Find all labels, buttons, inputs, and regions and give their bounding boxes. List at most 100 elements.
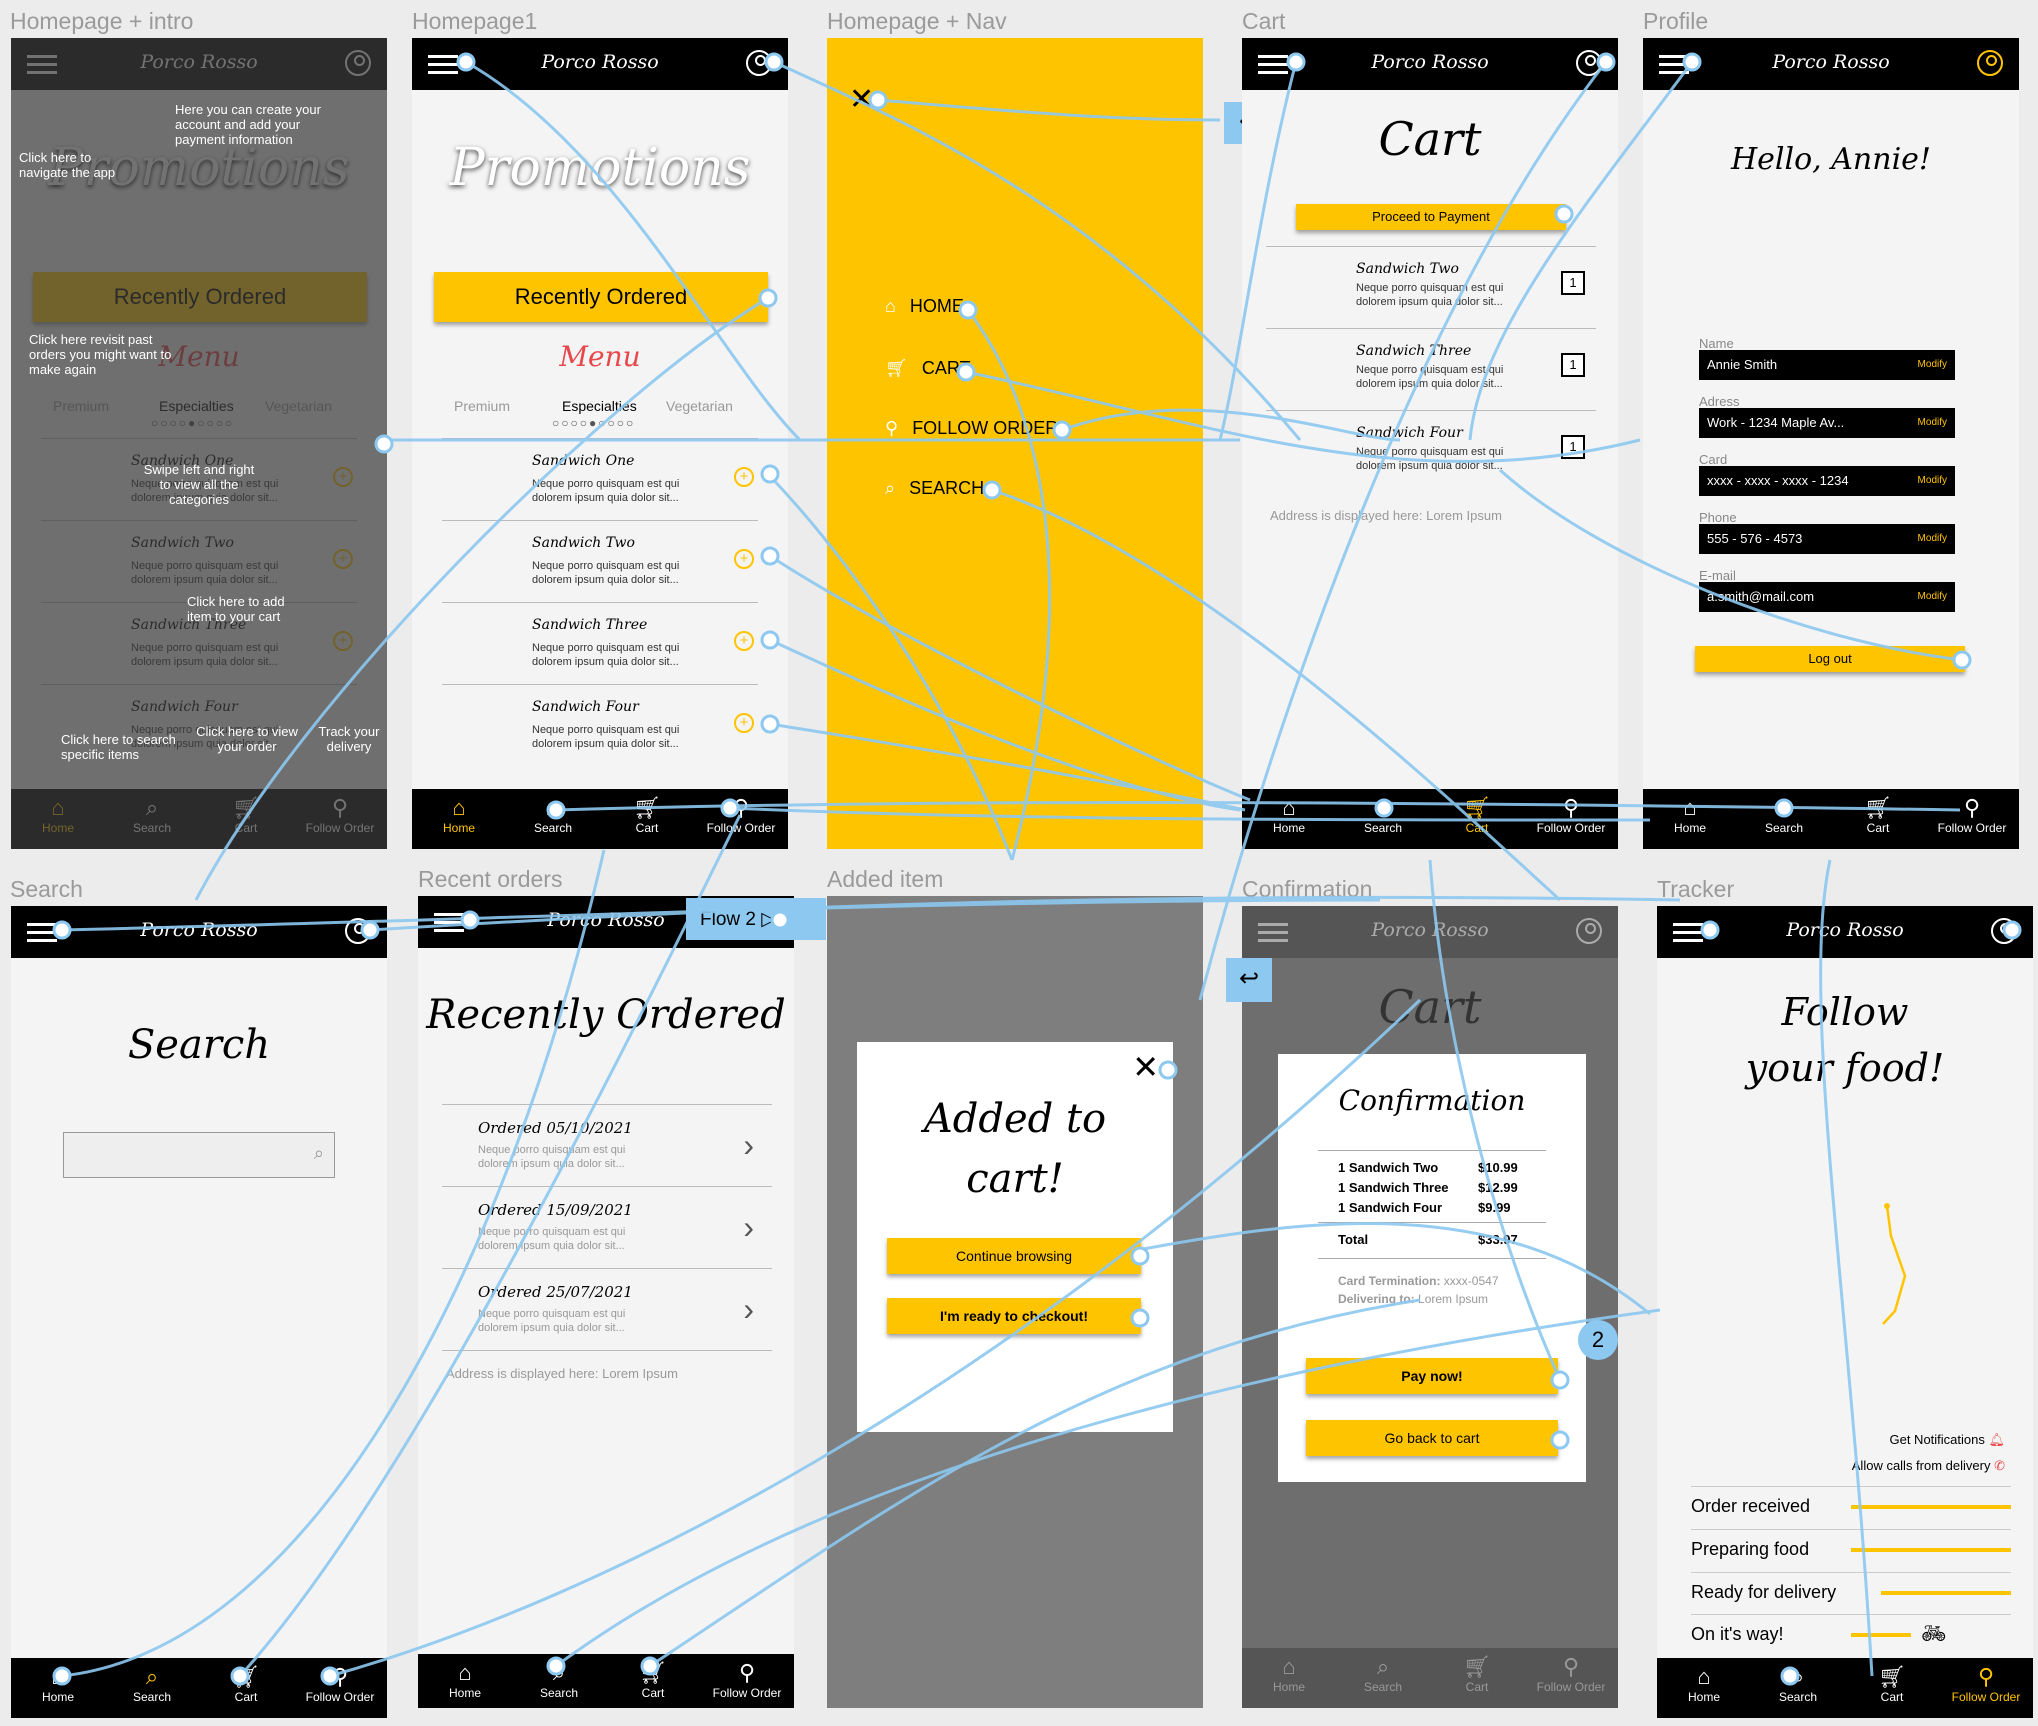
nav-home[interactable]: ⌂Home <box>1242 789 1336 849</box>
nav-search[interactable]: ⌕Search <box>506 789 600 849</box>
nav-follow-order[interactable]: ⚲Follow Order <box>694 789 788 849</box>
nav-home[interactable]: ⌂Home <box>11 1658 105 1718</box>
frame-label-confirm: Confirmation <box>1242 876 1373 902</box>
add-icon[interactable]: + <box>734 713 754 733</box>
nav-search[interactable]: ⌕Search <box>1737 789 1831 849</box>
nav-cart[interactable]: 🛒︎Cart <box>1845 1658 1939 1718</box>
close-icon[interactable]: ✕ <box>1132 1048 1159 1086</box>
profile-icon[interactable] <box>1991 918 2017 944</box>
order-row[interactable]: Ordered 25/07/2021 Neque porro quisquam e… <box>442 1268 772 1350</box>
header: Porco Rosso <box>1242 38 1618 90</box>
nav-cart[interactable]: 🛒︎Cart <box>1430 1648 1524 1708</box>
confirmation-modal: Confirmation 1 Sandwich Two 1 Sandwich T… <box>1278 1054 1586 1482</box>
notifications-toggle[interactable]: Get Notifications 🔔︎ <box>1889 1432 2005 1448</box>
page-title: Search <box>127 1022 271 1068</box>
logout-button[interactable]: Log out <box>1695 646 1965 672</box>
close-icon[interactable]: ✕ <box>849 82 874 117</box>
back-arrow-button[interactable]: ↩ <box>1226 958 1272 1002</box>
order-row[interactable]: Ordered 05/10/2021 Neque porro quisquam e… <box>442 1104 772 1186</box>
frame-label-home1: Homepage1 <box>412 8 538 34</box>
flow-badge[interactable]: 2 <box>1578 1320 1618 1360</box>
nav-menu-search[interactable]: ⌕ SEARCH <box>885 478 984 499</box>
frame-homepage-nav: ✕ ⌂ HOME 🛒︎ CART ⚲ FOLLOW ORDER ⌕ SEARCH <box>827 38 1203 849</box>
search-icon: ⌕ <box>1791 1664 1805 1689</box>
tab-premium[interactable]: Premium <box>454 398 510 414</box>
nav-search[interactable]: ⌕Search <box>1336 1648 1430 1708</box>
profile-icon[interactable] <box>746 50 772 76</box>
nav-follow-order[interactable]: ⚲Follow Order <box>1524 789 1618 849</box>
nav-menu-follow-order[interactable]: ⚲ FOLLOW ORDER <box>885 418 1058 439</box>
note-search: Click here to search specific items <box>61 732 176 762</box>
list-item[interactable]: Sandwich OneNeque porro quisquam est qui… <box>442 438 758 518</box>
nav-home[interactable]: ⌂Home <box>418 1654 512 1708</box>
nav-cart[interactable]: 🛒︎Cart <box>600 789 694 849</box>
calls-toggle[interactable]: Allow calls from delivery ✆ <box>1852 1458 2005 1474</box>
header: Porco Rosso <box>1657 906 2033 958</box>
add-icon[interactable]: + <box>734 467 754 487</box>
modify-link[interactable]: Modify <box>1918 475 1947 486</box>
quantity-field[interactable]: 1 <box>1561 435 1585 459</box>
search-icon: ⌕ <box>145 1664 159 1689</box>
modify-link[interactable]: Modify <box>1918 533 1947 544</box>
continue-browsing-button[interactable]: Continue browsing <box>887 1238 1141 1274</box>
frame-label-tracker: Tracker <box>1657 876 1735 902</box>
order-row[interactable]: Ordered 15/09/2021 Neque porro quisquam e… <box>442 1186 772 1268</box>
list-item[interactable]: Sandwich ThreeNeque porro quisquam est q… <box>442 602 758 682</box>
nav-home[interactable]: ⌂Home <box>1657 1658 1751 1718</box>
cart-item[interactable]: Sandwich Two Neque porro quisquam est qui… <box>1266 246 1596 326</box>
nav-search[interactable]: ⌕Search <box>512 1654 606 1708</box>
nav-search[interactable]: ⌕Search <box>1751 1658 1845 1718</box>
tab-vegetarian[interactable]: Vegetarian <box>666 398 733 414</box>
cart-item[interactable]: Sandwich Three Neque porro quisquam est q… <box>1266 328 1596 408</box>
bell-icon: 🔔︎ <box>1988 1432 2005 1447</box>
quantity-field[interactable]: 1 <box>1561 353 1585 377</box>
nav-home[interactable]: ⌂Home <box>1242 1648 1336 1708</box>
home-icon: ⌂ <box>1282 1654 1296 1679</box>
nav-cart[interactable]: 🛒︎Cart <box>199 1658 293 1718</box>
nav-menu-home[interactable]: ⌂ HOME <box>885 296 964 317</box>
address-line: Address is displayed here: Lorem Ipsum <box>1270 508 1502 523</box>
proceed-to-payment-button[interactable]: Proceed to Payment <box>1296 204 1566 230</box>
modify-link[interactable]: Modify <box>1918 417 1947 428</box>
quantity-field[interactable]: 1 <box>1561 271 1585 295</box>
chevron-right-icon: › <box>743 1209 754 1245</box>
nav-menu-cart[interactable]: 🛒︎ CART <box>885 358 971 379</box>
nav-home[interactable]: ⌂Home <box>1643 789 1737 849</box>
nav-cart[interactable]: 🛒︎Cart <box>606 1654 700 1708</box>
nav-follow-order[interactable]: ⚲Follow Order <box>700 1654 794 1708</box>
profile-icon[interactable] <box>345 918 371 944</box>
modify-link[interactable]: Modify <box>1918 359 1947 370</box>
nav-follow-order[interactable]: ⚲Follow Order <box>293 1658 387 1718</box>
profile-icon[interactable] <box>1576 50 1602 76</box>
search-input[interactable]: ⌕ <box>63 1132 335 1178</box>
list-item[interactable]: Sandwich TwoNeque porro quisquam est qui… <box>442 520 758 600</box>
recently-ordered-button[interactable]: Recently Ordered <box>434 272 768 322</box>
nav-cart[interactable]: 🛒︎Cart <box>1831 789 1925 849</box>
profile-icon[interactable] <box>1576 918 1602 944</box>
nav-cart[interactable]: 🛒︎Cart <box>1430 789 1524 849</box>
nav-search[interactable]: ⌕Search <box>1336 789 1430 849</box>
phone-icon: ✆ <box>1994 1458 2005 1473</box>
go-back-to-cart-button[interactable]: Go back to cart <box>1306 1420 1558 1456</box>
list-item[interactable]: Sandwich FourNeque porro quisquam est qu… <box>442 684 758 764</box>
flow-2-tag[interactable]: Flow 2 ▷ <box>686 898 826 940</box>
pay-now-button[interactable]: Pay now! <box>1306 1358 1558 1394</box>
search-icon: ⌕ <box>313 1143 324 1163</box>
title-line1: Follow <box>1781 990 1909 1034</box>
add-icon[interactable]: + <box>734 549 754 569</box>
checkout-button[interactable]: I'm ready to checkout! <box>887 1298 1141 1334</box>
nav-follow-order[interactable]: ⚲Follow Order <box>1939 1658 2033 1718</box>
cart-icon: 🛒︎ <box>1864 795 1892 820</box>
nav-follow-order[interactable]: ⚲Follow Order <box>1524 1648 1618 1708</box>
profile-icon[interactable] <box>1977 50 2003 76</box>
add-icon[interactable]: + <box>734 631 754 651</box>
frame-label-nav: Homepage + Nav <box>827 8 1007 34</box>
frame-label-recent: Recent orders <box>418 866 563 892</box>
tab-especialties[interactable]: Especialties <box>562 398 637 414</box>
nav-follow-order[interactable]: ⚲Follow Order <box>1925 789 2019 849</box>
modify-link[interactable]: Modify <box>1918 591 1947 602</box>
nav-home[interactable]: ⌂Home <box>412 789 506 849</box>
cart-item[interactable]: Sandwich Four Neque porro quisquam est qu… <box>1266 410 1596 490</box>
header: Porco Rosso <box>412 38 788 90</box>
nav-search[interactable]: ⌕Search <box>105 1658 199 1718</box>
